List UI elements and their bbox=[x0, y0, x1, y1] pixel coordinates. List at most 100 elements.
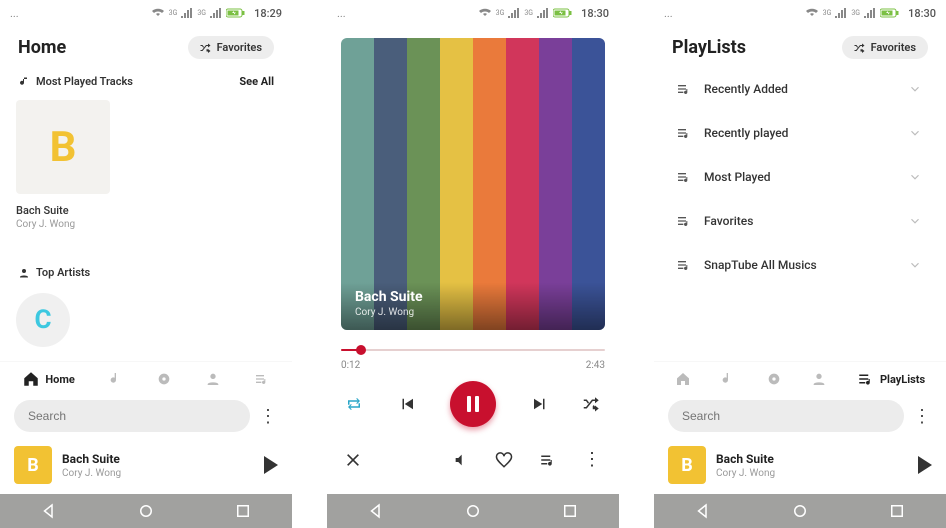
nav-playlists[interactable]: PlayLists bbox=[857, 370, 925, 388]
bottom-nav: Home bbox=[0, 361, 292, 394]
volume-icon[interactable] bbox=[453, 452, 469, 468]
nav-artists[interactable] bbox=[811, 371, 827, 387]
home-sys-icon[interactable] bbox=[791, 502, 809, 520]
overflow-icon[interactable]: ⋮ bbox=[912, 406, 932, 427]
home-icon bbox=[675, 371, 691, 387]
seek-thumb[interactable] bbox=[356, 345, 366, 355]
person-icon bbox=[811, 371, 827, 387]
playlist-icon bbox=[676, 81, 692, 97]
see-all-link[interactable]: See All bbox=[239, 75, 274, 88]
time: 18:30 bbox=[908, 7, 936, 20]
playlist-list: Recently Added Recently playedMost Played… bbox=[654, 67, 946, 287]
queue-icon[interactable] bbox=[539, 451, 557, 469]
recent-icon[interactable] bbox=[234, 502, 252, 520]
page-title: PlayLists bbox=[672, 37, 746, 58]
nav-albums[interactable] bbox=[156, 371, 172, 387]
search-input[interactable] bbox=[668, 400, 904, 432]
elapsed-time: 0:12 bbox=[341, 360, 360, 371]
back-icon[interactable] bbox=[367, 502, 385, 520]
mini-player[interactable]: B Bach Suite Cory J. Wong bbox=[0, 438, 292, 494]
artist-bubble[interactable]: C bbox=[16, 293, 70, 347]
home-sys-icon[interactable] bbox=[464, 502, 482, 520]
play-icon[interactable] bbox=[264, 456, 278, 474]
playlist-item[interactable]: Recently played bbox=[654, 111, 946, 155]
playlist-icon bbox=[676, 257, 692, 273]
battery-icon bbox=[226, 8, 246, 18]
mini-thumb: B bbox=[14, 446, 52, 484]
playlists-screen: ... 3G 3G 18:30 PlayLists Favorites Rece… bbox=[654, 0, 946, 528]
back-icon[interactable] bbox=[694, 502, 712, 520]
next-icon[interactable] bbox=[531, 395, 549, 413]
nav-music[interactable] bbox=[108, 371, 124, 387]
track-artist: Cory J. Wong bbox=[16, 219, 112, 230]
nav-home[interactable]: Home bbox=[22, 370, 74, 388]
close-icon[interactable] bbox=[345, 452, 361, 468]
favorites-chip[interactable]: Favorites bbox=[842, 36, 928, 59]
search-row: ⋮ bbox=[654, 394, 946, 438]
top-artists-section: Top Artists bbox=[0, 258, 292, 287]
mini-title: Bach Suite bbox=[62, 452, 254, 466]
search-input[interactable] bbox=[14, 400, 250, 432]
person-icon bbox=[205, 371, 221, 387]
play-icon[interactable] bbox=[918, 456, 932, 474]
duration-time: 2:43 bbox=[586, 360, 605, 371]
playlist-item[interactable]: Favorites bbox=[654, 199, 946, 243]
home-icon bbox=[22, 370, 40, 388]
person-icon bbox=[18, 267, 30, 279]
disc-icon bbox=[156, 371, 172, 387]
album-overlay: Bach Suite Cory J. Wong bbox=[341, 277, 605, 330]
status-dots: ... bbox=[664, 7, 673, 20]
wifi-icon bbox=[805, 8, 819, 18]
chevron-down-icon bbox=[908, 170, 922, 184]
playlist-icon bbox=[254, 371, 270, 387]
shuffle-icon[interactable] bbox=[583, 395, 601, 413]
album-art: Bach Suite Cory J. Wong bbox=[341, 38, 605, 330]
net-label: 3G bbox=[169, 9, 178, 17]
playlists-header: PlayLists Favorites bbox=[654, 26, 946, 67]
nav-home[interactable] bbox=[675, 371, 691, 387]
playlist-icon bbox=[676, 125, 692, 141]
status-dots: ... bbox=[337, 7, 346, 20]
pause-button[interactable] bbox=[450, 381, 496, 427]
mini-thumb: B bbox=[668, 446, 706, 484]
home-sys-icon[interactable] bbox=[137, 502, 155, 520]
overflow-icon[interactable]: ⋮ bbox=[583, 449, 601, 470]
previous-icon[interactable] bbox=[398, 395, 416, 413]
music-note-icon bbox=[18, 76, 30, 88]
chevron-down-icon bbox=[908, 126, 922, 140]
favorites-chip[interactable]: Favorites bbox=[188, 36, 274, 59]
nav-home-label: Home bbox=[45, 373, 74, 386]
system-nav bbox=[654, 494, 946, 528]
nav-artists[interactable] bbox=[205, 371, 221, 387]
playlist-item[interactable]: SnapTube All Musics bbox=[654, 243, 946, 287]
time: 18:30 bbox=[581, 7, 609, 20]
mini-artist: Cory J. Wong bbox=[62, 468, 254, 479]
time-row: 0:12 2:43 bbox=[327, 354, 619, 371]
mini-player[interactable]: B Bach Suite Cory J. Wong bbox=[654, 438, 946, 494]
recent-icon[interactable] bbox=[888, 502, 906, 520]
status-bar: ... 3G 3G 18:30 bbox=[654, 0, 946, 26]
signal-icon-2 bbox=[210, 8, 222, 18]
status-dots: ... bbox=[10, 7, 19, 20]
playlist-item[interactable]: Recently Added bbox=[654, 67, 946, 111]
favorites-chip-label: Favorites bbox=[871, 41, 916, 54]
back-icon[interactable] bbox=[40, 502, 58, 520]
track-card[interactable]: B Bach Suite Cory J. Wong bbox=[16, 100, 112, 230]
nav-playlists[interactable] bbox=[254, 371, 270, 387]
section-label: Most Played Tracks bbox=[36, 75, 133, 88]
playlist-item[interactable]: Most Played bbox=[654, 155, 946, 199]
playlist-item-label: Recently Added bbox=[704, 82, 788, 96]
player-title: Bach Suite bbox=[355, 289, 591, 305]
page-title: Home bbox=[18, 37, 66, 58]
signal-icon-2 bbox=[864, 8, 876, 18]
nav-music[interactable] bbox=[720, 371, 736, 387]
time: 18:29 bbox=[254, 7, 282, 20]
nav-albums[interactable] bbox=[766, 371, 782, 387]
recent-icon[interactable] bbox=[561, 502, 579, 520]
playlist-icon bbox=[676, 169, 692, 185]
overflow-icon[interactable]: ⋮ bbox=[258, 406, 278, 427]
heart-icon[interactable] bbox=[495, 451, 513, 469]
seek-bar[interactable] bbox=[341, 346, 605, 354]
signal-icon bbox=[181, 8, 193, 18]
repeat-icon[interactable] bbox=[345, 395, 363, 413]
